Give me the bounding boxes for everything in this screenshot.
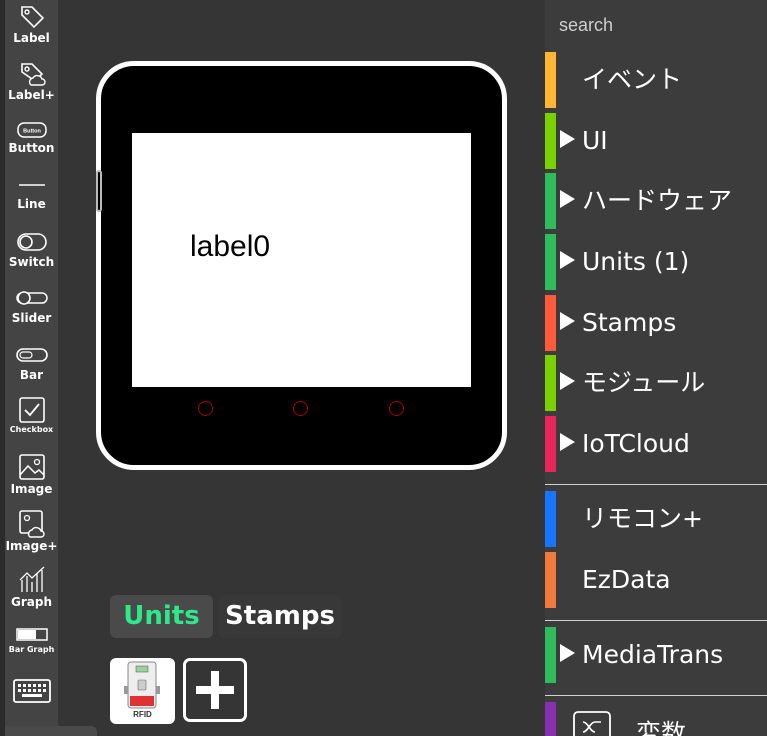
category-event[interactable]: イベント <box>545 52 767 108</box>
palette-bar-graph[interactable]: Bar Graph <box>5 625 58 655</box>
palette-button-text: Button <box>8 141 55 155</box>
palette-image-text: Image <box>10 482 53 496</box>
category-label: イベント <box>582 65 683 94</box>
palette-button[interactable]: Button Button <box>5 118 58 155</box>
category-divider <box>545 484 767 485</box>
category-iotcloud[interactable]: IoTCloud <box>545 416 767 472</box>
unit-rfid-label: RFID <box>133 710 152 719</box>
expand-triangle-icon <box>560 372 575 390</box>
palette-label[interactable]: Label <box>5 2 58 45</box>
category-ui[interactable]: UI <box>545 113 767 169</box>
tab-units[interactable]: Units <box>110 595 213 638</box>
slider-icon <box>15 291 48 305</box>
category-label: MediaTrans <box>582 640 724 669</box>
palette-checkbox-text: Checkbox <box>9 425 54 434</box>
palette-line[interactable]: Line <box>5 172 58 211</box>
category-stamps[interactable]: Stamps <box>545 295 767 351</box>
palette-image-plus-text: Image+ <box>5 539 58 553</box>
variable-icon <box>573 711 611 736</box>
hardware-button-b[interactable] <box>293 401 308 416</box>
checkbox-icon <box>18 397 45 423</box>
expand-triangle-icon <box>560 190 575 208</box>
category-label: モジュール <box>582 368 706 397</box>
category-label: IoTCloud <box>582 429 690 458</box>
hardware-button-c[interactable] <box>389 401 404 416</box>
palette-image[interactable]: Image <box>5 451 58 496</box>
category-units[interactable]: Units (1) <box>545 234 767 290</box>
category-label: 変数 <box>636 719 687 736</box>
category-mediatrans[interactable]: MediaTrans <box>545 627 767 683</box>
category-hardware[interactable]: ハードウェア <box>545 173 767 229</box>
category-divider <box>545 620 767 621</box>
device-screen[interactable] <box>132 133 471 387</box>
category-label: UI <box>582 126 608 155</box>
palette-graph-text: Graph <box>11 595 52 609</box>
expand-triangle-icon <box>560 130 575 148</box>
line-icon <box>18 184 45 186</box>
category-label: ハードウェア <box>582 186 733 215</box>
palette-switch[interactable]: Switch <box>5 228 58 269</box>
category-color-bar <box>545 234 556 290</box>
palette-line-text: Line <box>17 197 46 211</box>
keyboard-icon <box>12 679 51 703</box>
tab-stamps[interactable]: Stamps <box>218 595 342 638</box>
switch-icon <box>16 233 47 251</box>
category-divider <box>545 695 767 696</box>
hardware-button-a[interactable] <box>198 401 213 416</box>
palette-keyboard[interactable] <box>5 676 58 706</box>
expand-triangle-icon <box>560 644 575 662</box>
rfid-unit-icon <box>124 661 160 709</box>
palette-graph[interactable]: Graph <box>5 564 58 609</box>
category-variables[interactable]: 変数 <box>545 702 767 736</box>
palette-bottom-tab[interactable] <box>5 726 97 736</box>
palette-label-plus-text: Label+ <box>8 88 55 102</box>
palette-image-plus[interactable]: Image+ <box>5 508 58 553</box>
palette-label-text: Label <box>13 31 50 45</box>
tag-cloud-icon <box>20 63 46 86</box>
palette-label-plus[interactable]: Label+ <box>5 59 58 102</box>
palette-bar[interactable]: Bar <box>5 341 58 382</box>
category-label: Stamps <box>582 308 677 337</box>
expand-triangle-icon <box>560 433 575 451</box>
palette-switch-text: Switch <box>8 255 55 269</box>
category-color-bar <box>545 552 556 608</box>
palette-slider[interactable]: Slider <box>5 284 58 325</box>
unit-rfid-tile[interactable]: RFID <box>110 658 175 724</box>
plus-icon <box>196 671 234 709</box>
graph-icon <box>19 566 44 592</box>
category-color-bar <box>545 113 556 169</box>
button-icon: Button <box>16 122 47 138</box>
bar-icon <box>15 348 48 362</box>
category-color-bar <box>545 355 556 411</box>
category-color-bar <box>545 52 556 108</box>
device-side-button <box>96 170 102 212</box>
category-label: リモコン+ <box>582 504 703 533</box>
screen-label-widget[interactable]: label0 <box>190 230 270 264</box>
image-icon <box>18 454 45 480</box>
category-module[interactable]: モジュール <box>545 355 767 411</box>
widget-palette: Label Label+ Button Button Line Switch S… <box>0 0 58 736</box>
palette-checkbox[interactable]: Checkbox <box>5 395 58 435</box>
palette-slider-text: Slider <box>11 311 52 325</box>
palette-bar-text: Bar <box>19 368 44 382</box>
category-label: Units (1) <box>582 247 690 276</box>
category-color-bar <box>545 173 556 229</box>
category-ezdata[interactable]: EzData <box>545 552 767 608</box>
category-color-bar <box>545 702 556 736</box>
tag-icon <box>20 6 44 29</box>
svg-text:Button: Button <box>23 129 41 135</box>
bar-graph-icon <box>15 628 48 641</box>
search-input[interactable]: search <box>559 15 613 36</box>
category-color-bar <box>545 416 556 472</box>
add-unit-button[interactable] <box>183 658 247 722</box>
expand-triangle-icon <box>560 251 575 269</box>
category-color-bar <box>545 627 556 683</box>
category-color-bar <box>545 491 556 547</box>
expand-triangle-icon <box>560 312 575 330</box>
image-cloud-icon <box>18 510 45 538</box>
palette-bar-graph-text: Bar Graph <box>8 645 55 654</box>
category-label: EzData <box>582 565 671 594</box>
category-remocon[interactable]: リモコン+ <box>545 491 767 547</box>
category-color-bar <box>545 295 556 351</box>
